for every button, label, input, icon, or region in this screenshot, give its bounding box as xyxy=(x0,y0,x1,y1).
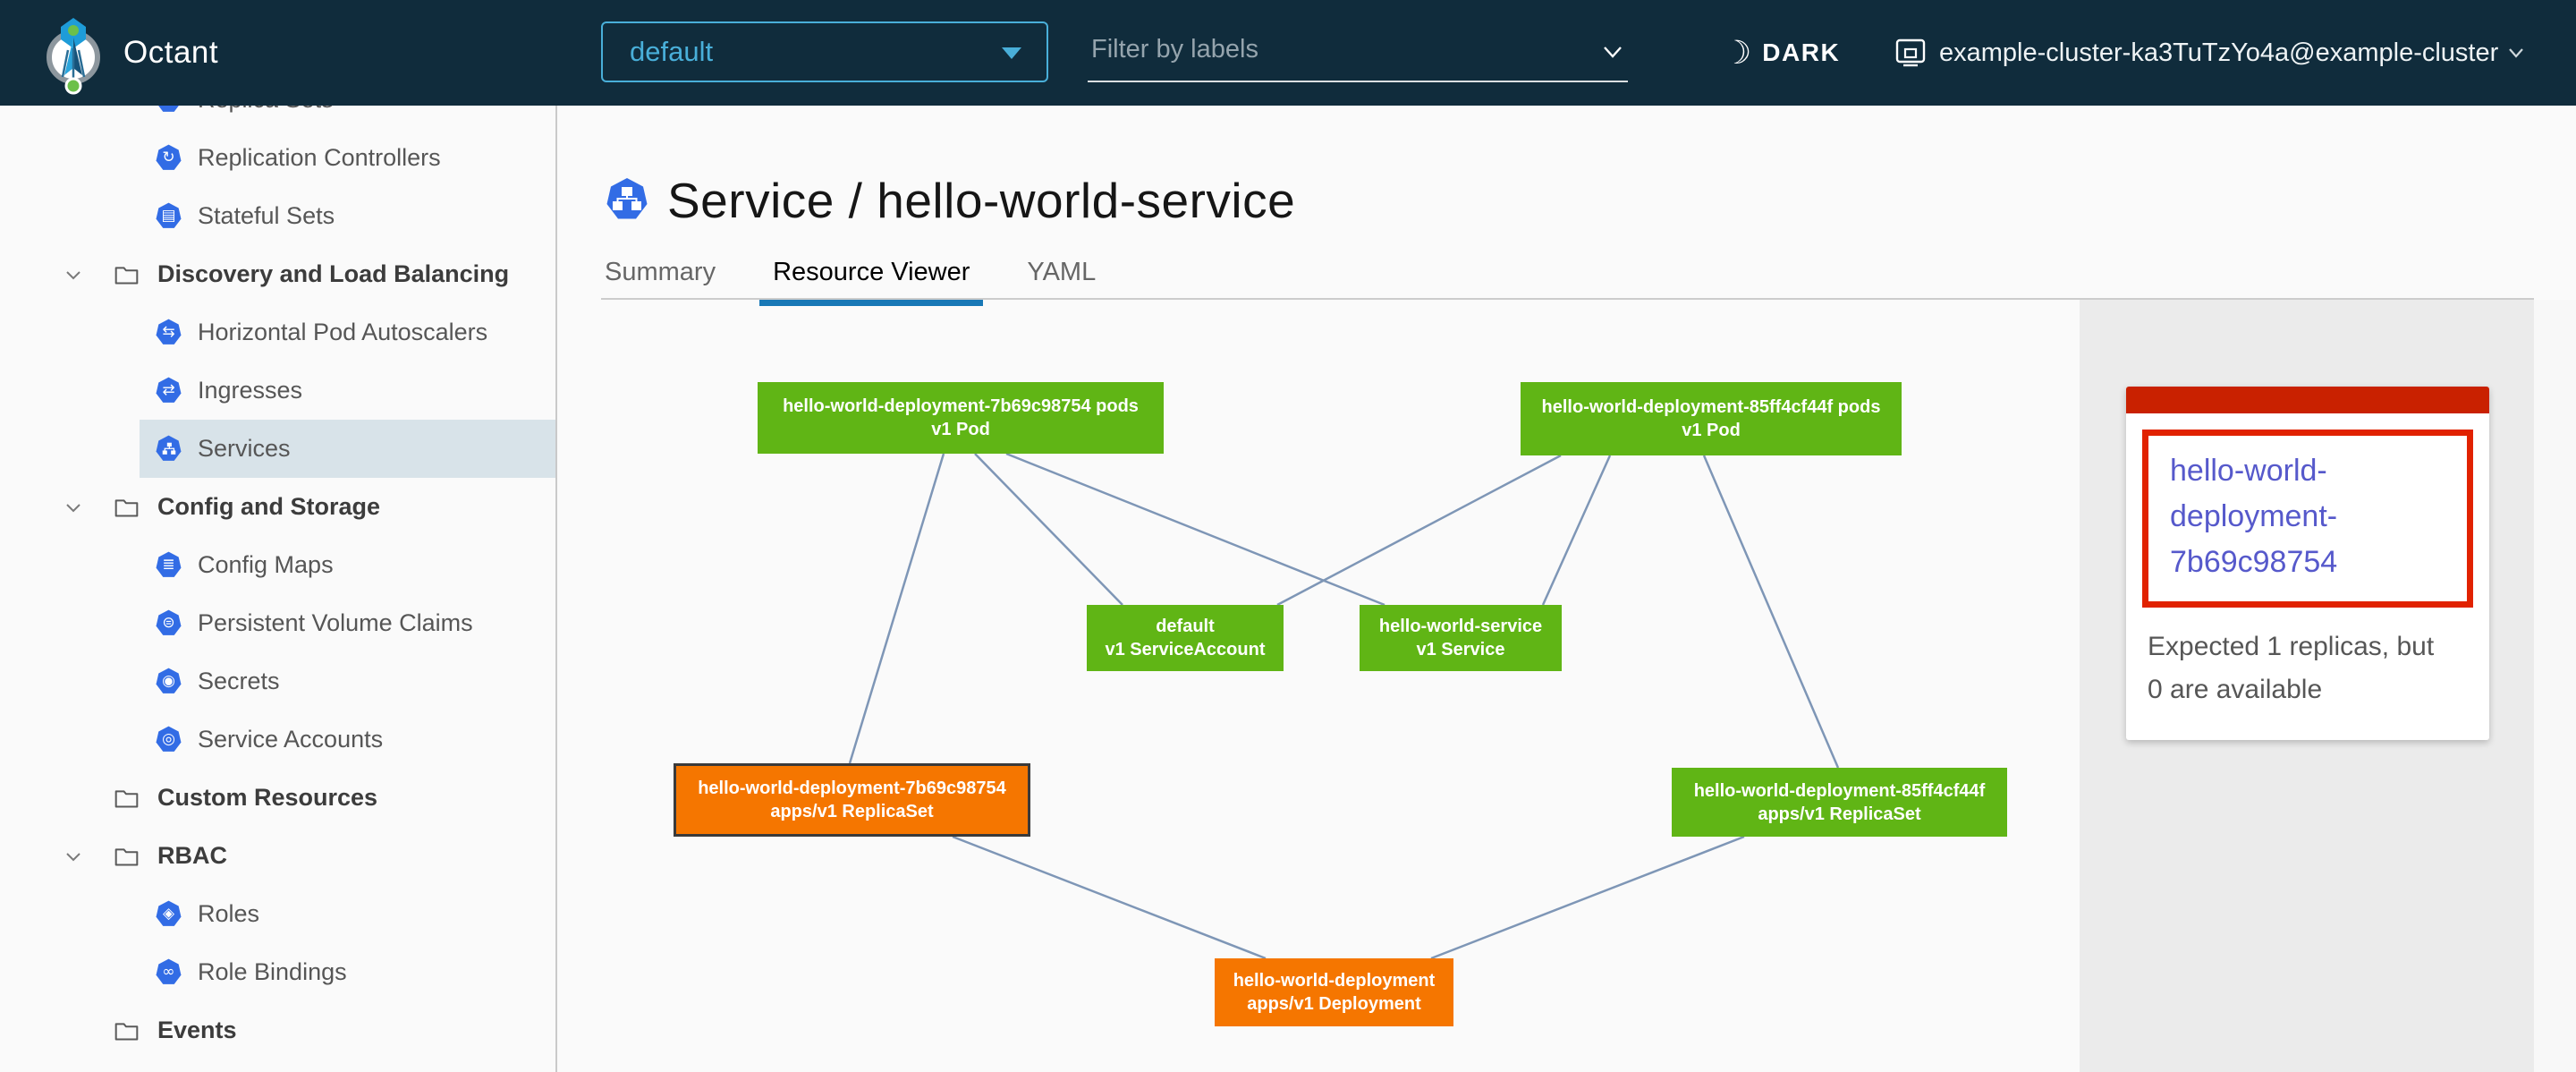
namespace-value: default xyxy=(630,23,713,81)
folder-icon xyxy=(114,845,140,868)
ingresses-icon: ⇄ xyxy=(155,377,182,404)
sidebar-item-custom-resources[interactable]: Custom Resources xyxy=(0,769,555,827)
sidebar-item-label: Roles xyxy=(198,900,259,928)
card-status-bar xyxy=(2126,387,2489,413)
app-header: Octant default ☾ DARK example-cluster-ka… xyxy=(0,0,2576,106)
octant-logo-icon xyxy=(43,11,104,95)
sidebar-nav: ▣ Replica Sets ↻ Replication Controllers ▤ St… xyxy=(0,106,555,1059)
sidebar-item-horizontal-pod-autoscalers[interactable]: ⇆ Horizontal Pod Autoscalers xyxy=(0,303,555,362)
secrets-icon: ◉ xyxy=(155,668,182,695)
sidebar-item-label: Role Bindings xyxy=(198,958,347,986)
graph-node-deployment-hello-world-deployment[interactable]: hello-world-deployment apps/v1 Deploymen… xyxy=(1215,958,1453,1026)
cluster-context-label: example-cluster-ka3TuTzYo4a@example-clus… xyxy=(1939,38,2498,68)
context-chevron-icon xyxy=(2507,47,2525,59)
sidebar-item-roles[interactable]: ◈ Roles xyxy=(0,885,555,943)
chevron-down-icon xyxy=(63,846,84,867)
config-maps-icon: ≣ xyxy=(155,551,182,579)
cluster-icon xyxy=(1894,38,1927,68)
page-title: Service / hello-world-service xyxy=(667,172,1295,229)
folder-icon xyxy=(114,496,140,519)
sidebar-item-rbac[interactable]: RBAC xyxy=(0,827,555,885)
horizontal-pod-autoscalers-icon: ⇆ xyxy=(155,319,182,346)
dark-theme-label: DARK xyxy=(1762,38,1840,67)
sidebar: ▣ Replica Sets ↻ Replication Controllers ▤ St… xyxy=(0,106,557,1072)
sidebar-item-label: Replica Sets xyxy=(198,106,334,114)
sidebar-item-secrets[interactable]: ◉ Secrets xyxy=(0,652,555,710)
label-filter-input[interactable] xyxy=(1088,23,1628,82)
folder-icon xyxy=(114,787,140,810)
right-gutter xyxy=(2534,300,2576,1072)
sidebar-section-label: Config and Storage xyxy=(157,493,380,521)
tab-bar: Summary Resource Viewer YAML xyxy=(591,252,1140,299)
card-body: hello-world-deployment-7b69c98754 Expect… xyxy=(2126,413,2489,740)
sidebar-item-stateful-sets[interactable]: ▤ Stateful Sets xyxy=(0,187,555,245)
service-kind-icon xyxy=(605,177,649,224)
tab-resource-viewer[interactable]: Resource Viewer xyxy=(759,252,983,299)
graph-node-replicaset-85ff4cf44f[interactable]: hello-world-deployment-85ff4cf44f apps/v… xyxy=(1672,768,2007,837)
moon-icon: ☾ xyxy=(1723,34,1751,72)
sidebar-item-events[interactable]: Events xyxy=(0,1001,555,1059)
cluster-context-switcher[interactable]: example-cluster-ka3TuTzYo4a@example-clus… xyxy=(1894,0,2525,106)
graph-node-serviceaccount-default[interactable]: default v1 ServiceAccount xyxy=(1087,605,1284,671)
sidebar-section-label: Discovery and Load Balancing xyxy=(157,260,509,288)
sidebar-item-label: Stateful Sets xyxy=(198,202,335,230)
role-bindings-icon: ∞ xyxy=(155,958,182,986)
folder-icon xyxy=(114,1019,140,1042)
sidebar-item-persistent-volume-claims[interactable]: ⊜ Persistent Volume Claims xyxy=(0,594,555,652)
sidebar-item-label: Service Accounts xyxy=(198,726,383,753)
graph-node-service-hello-world-service[interactable]: hello-world-service v1 Service xyxy=(1360,605,1562,671)
chevron-down-icon xyxy=(63,497,84,518)
replica-sets-icon: ▣ xyxy=(155,106,182,114)
sidebar-item-label: Replication Controllers xyxy=(198,144,441,172)
services-icon xyxy=(155,435,182,463)
graph-node-replicaset-7b69c98754[interactable]: hello-world-deployment-7b69c98754 apps/v… xyxy=(674,763,1030,837)
sidebar-item-config-and-storage[interactable]: Config and Storage xyxy=(0,478,555,536)
sidebar-item-label: Secrets xyxy=(198,668,280,695)
sidebar-section-label: Events xyxy=(157,1017,237,1044)
sidebar-item-label: Services xyxy=(198,435,291,463)
node-detail-card: hello-world-deployment-7b69c98754 Expect… xyxy=(2126,387,2489,740)
replication-controllers-icon: ↻ xyxy=(155,144,182,172)
service-accounts-icon: ◎ xyxy=(155,726,182,753)
sidebar-item-discovery-and-load-balancing[interactable]: Discovery and Load Balancing xyxy=(0,245,555,303)
tab-yaml[interactable]: YAML xyxy=(1013,252,1109,299)
namespace-select[interactable]: default xyxy=(601,21,1048,82)
tab-summary[interactable]: Summary xyxy=(591,252,729,299)
sidebar-item-service-accounts[interactable]: ◎ Service Accounts xyxy=(0,710,555,769)
folder-icon xyxy=(114,263,140,286)
sidebar-item-label: Horizontal Pod Autoscalers xyxy=(198,319,487,346)
card-title-link[interactable]: hello-world-deployment-7b69c98754 xyxy=(2170,454,2337,579)
graph-node-pod-7b69c98754[interactable]: hello-world-deployment-7b69c98754 pods v… xyxy=(758,382,1164,454)
sidebar-item-label: Config Maps xyxy=(198,551,334,579)
sidebar-section-label: Custom Resources xyxy=(157,784,377,812)
persistent-volume-claims-icon: ⊜ xyxy=(155,609,182,637)
card-status-message: Expected 1 replicas, but 0 are available xyxy=(2148,625,2456,711)
sidebar-item-replica-sets[interactable]: ▣ Replica Sets xyxy=(0,106,555,129)
dark-theme-toggle[interactable]: ☾ DARK xyxy=(1723,0,1840,106)
sidebar-section-label: RBAC xyxy=(157,842,227,870)
filter-chevron-icon[interactable] xyxy=(1601,43,1624,65)
chevron-down-icon xyxy=(63,264,84,285)
sidebar-item-role-bindings[interactable]: ∞ Role Bindings xyxy=(0,943,555,1001)
label-filter xyxy=(1088,23,1628,82)
sidebar-item-services[interactable]: Services xyxy=(0,420,555,478)
roles-icon: ◈ xyxy=(155,900,182,928)
app-title: Octant xyxy=(123,0,218,106)
graph-node-pod-85ff4cf44f[interactable]: hello-world-deployment-85ff4cf44f pods v… xyxy=(1521,382,1902,455)
sidebar-item-label: Persistent Volume Claims xyxy=(198,609,473,637)
stateful-sets-icon: ▤ xyxy=(155,202,182,230)
card-title-highlight-box: hello-world-deployment-7b69c98754 xyxy=(2142,430,2473,608)
sidebar-item-config-maps[interactable]: ≣ Config Maps xyxy=(0,536,555,594)
namespace-caret-icon xyxy=(1002,47,1021,59)
sidebar-item-replication-controllers[interactable]: ↻ Replication Controllers xyxy=(0,129,555,187)
page-header: Service / hello-world-service xyxy=(605,172,1295,229)
sidebar-item-ingresses[interactable]: ⇄ Ingresses xyxy=(0,362,555,420)
main-content: Service / hello-world-service Summary Re… xyxy=(559,106,2576,1072)
sidebar-item-label: Ingresses xyxy=(198,377,302,404)
